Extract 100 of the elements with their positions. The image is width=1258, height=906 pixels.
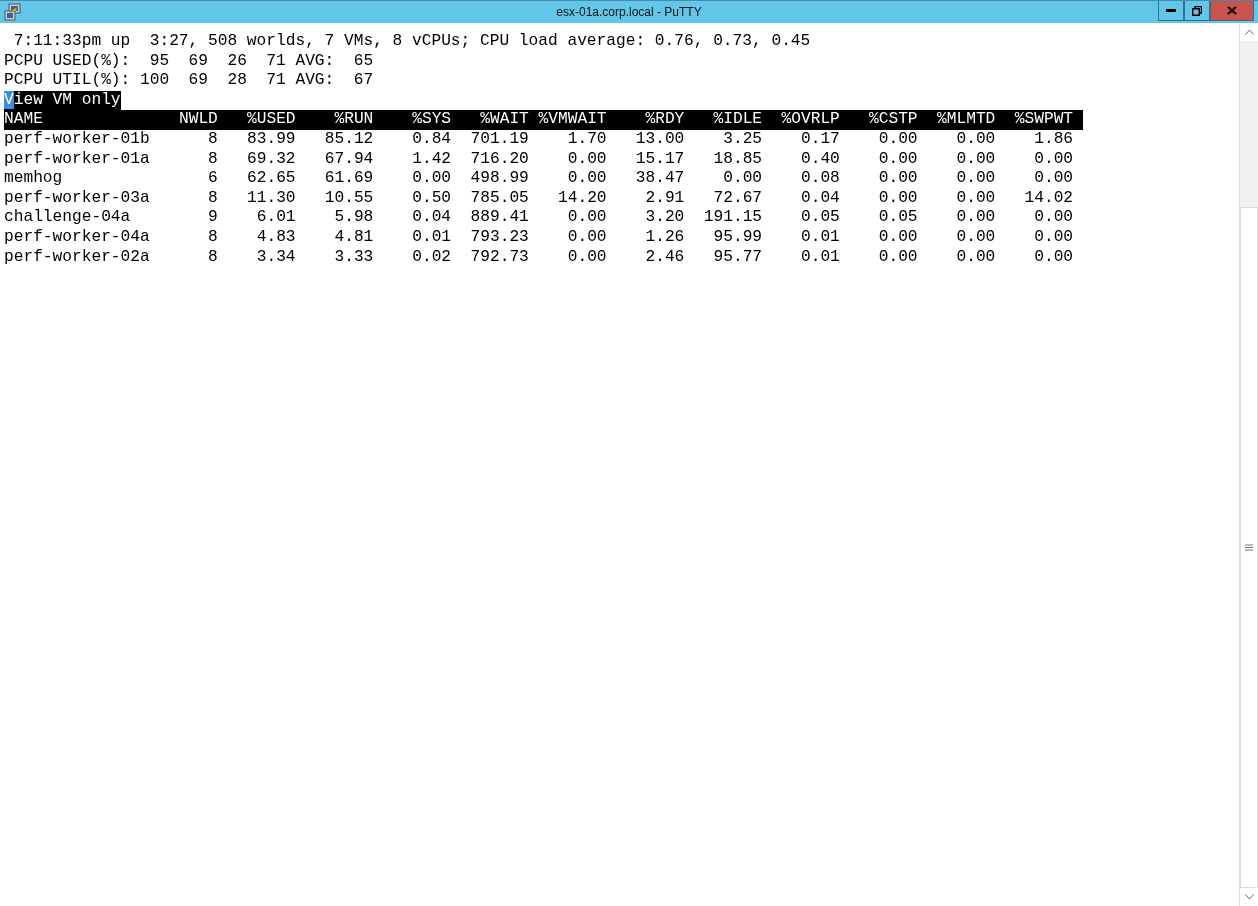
status-line: 7:11:33pm up 3:27, 508 worlds, 7 VMs, 8 vCPUs; CPU load average: 0.76, 0.73, 0.45 [12, 32, 811, 52]
table-cell-text: 1.26 [644, 227, 685, 248]
scroll-down-button[interactable] [1240, 888, 1258, 906]
column-header: %SYS [411, 110, 452, 130]
table-cell-text: 0.00 [955, 169, 996, 189]
table-cell-text: 4.81 [333, 227, 374, 248]
table-cell-text: 2.46 [644, 247, 685, 268]
column-header: NWLD [177, 110, 218, 130]
table-cell-text: 69.32 [246, 149, 296, 170]
table-cell-text: 0.00 [955, 247, 996, 268]
scrollbar[interactable] [1239, 23, 1258, 906]
table-cell-text: 0.00 [955, 227, 996, 248]
table-cell-text: 0.00 [877, 169, 918, 189]
window-title: esx-01a.corp.local - PuTTY [556, 5, 702, 19]
table-cell-text: 38.47 [634, 169, 685, 189]
table-cell-text: 72.67 [712, 188, 763, 209]
table-cell-text: 716.20 [469, 149, 529, 170]
table-cell-text: 0.08 [799, 169, 840, 189]
table-cell-text: 0.00 [1033, 208, 1074, 228]
table-cell-text: 0.00 [566, 149, 607, 170]
table-cell-text: 9 [207, 208, 218, 228]
table-cell-text: perf-worker-01a [4, 149, 151, 170]
column-header: %IDLE [712, 110, 763, 130]
table-cell-text: 6.01 [255, 208, 296, 228]
table-cell-text: 3.20 [644, 208, 685, 228]
table-cell-text: 0.00 [566, 169, 607, 189]
table-cell-text: challenge-04a [4, 208, 132, 228]
table-cell-text: memhog [4, 169, 64, 189]
table-cell-text: 2.91 [644, 188, 685, 209]
table-cell-text: 10.55 [323, 188, 374, 209]
table-cell-text: 498.99 [469, 169, 529, 189]
table-cell-text: 0.00 [955, 149, 996, 170]
table-cell-text: perf-worker-04a [4, 227, 151, 248]
column-header: %RUN [333, 110, 374, 130]
scrollbar-thumb[interactable] [1240, 207, 1258, 888]
restore-button[interactable] [1184, 1, 1210, 21]
table-cell-text: 95.99 [712, 227, 763, 248]
table-cell-text: 889.41 [469, 208, 529, 228]
table-cell-text: 15.17 [634, 149, 685, 170]
table-cell-text: 13.00 [634, 129, 685, 150]
table-cell-text: 0.00 [566, 208, 607, 228]
table-cell-text: 8 [207, 247, 218, 268]
column-header: %MLMTD [936, 110, 996, 130]
table-cell-text: 0.00 [877, 149, 918, 170]
table-cell-text: 6 [207, 169, 218, 189]
table-cell-text: 0.00 [566, 227, 607, 248]
table-cell-text: 0.00 [877, 227, 918, 248]
table-cell-text: 0.00 [722, 169, 763, 189]
table-cell-text: 8 [207, 149, 218, 170]
table-cell-text: 0.00 [955, 208, 996, 228]
column-header: %RDY [644, 110, 685, 130]
table-cell-text: 0.01 [799, 247, 840, 268]
table-cell-text: perf-worker-03a [4, 188, 151, 209]
column-header: NAME [4, 110, 44, 130]
table-cell-text: 18.85 [712, 149, 763, 170]
table-cell-text: 61.69 [323, 169, 374, 189]
table-cell-text: 1.42 [411, 149, 452, 170]
table-cell-text: 0.00 [877, 188, 918, 209]
table-cell-text: 14.20 [557, 188, 607, 209]
column-header: %SWPWT [1013, 110, 1074, 130]
table-cell-text: 85.12 [323, 129, 374, 150]
table-cell-text: 0.40 [799, 149, 840, 170]
status-line: PCPU UTIL(%): 100 69 28 71 AVG: 67 [4, 71, 374, 91]
minimize-button[interactable] [1158, 1, 1184, 21]
table-cell-text: 0.00 [1033, 149, 1074, 170]
close-button[interactable] [1210, 1, 1254, 21]
terminal-app-icon [4, 3, 22, 21]
table-cell-text: 191.15 [702, 208, 763, 228]
table-cell-text: 701.19 [469, 129, 529, 150]
restore-icon [1192, 5, 1202, 16]
table-cell-text: 1.86 [1033, 129, 1074, 150]
table-cell-text: 1.70 [566, 129, 607, 150]
grip-icon [1245, 544, 1253, 551]
table-cell-text: 0.00 [566, 247, 607, 268]
table-cell-text: 83.99 [246, 129, 296, 150]
table-cell-text: 0.00 [955, 188, 996, 209]
table-cell-text: perf-worker-01b [4, 129, 151, 150]
table-cell-text: 3.33 [333, 247, 374, 268]
table-cell-text: 793.23 [469, 227, 529, 248]
table-cell-text: 0.05 [799, 208, 840, 228]
table-cell-text: 0.00 [877, 129, 918, 150]
table-cell-text: 0.00 [1033, 169, 1074, 189]
table-cell-text: 62.65 [246, 169, 296, 189]
table-cell-text: 3.34 [255, 247, 296, 268]
table-cell-text: perf-worker-02a [4, 247, 151, 268]
table-cell-text: 0.00 [1033, 227, 1074, 248]
close-icon [1227, 6, 1237, 15]
table-cell-text: 0.05 [877, 208, 918, 228]
minimize-icon [1166, 8, 1176, 13]
caret-up-icon [1244, 29, 1254, 35]
table-cell-text: 0.00 [877, 247, 918, 268]
table-cell-text: 0.00 [955, 129, 996, 150]
table-cell-text: 0.01 [799, 227, 840, 248]
table-cell-text: 14.02 [1023, 188, 1074, 209]
scroll-up-button[interactable] [1240, 23, 1258, 41]
table-cell-text: 4.83 [255, 227, 296, 248]
table-cell-text: 8 [207, 129, 218, 150]
table-cell-text: 0.04 [799, 188, 840, 209]
table-cell-text: 785.05 [469, 188, 529, 209]
table-cell-text: 3.25 [722, 129, 763, 150]
